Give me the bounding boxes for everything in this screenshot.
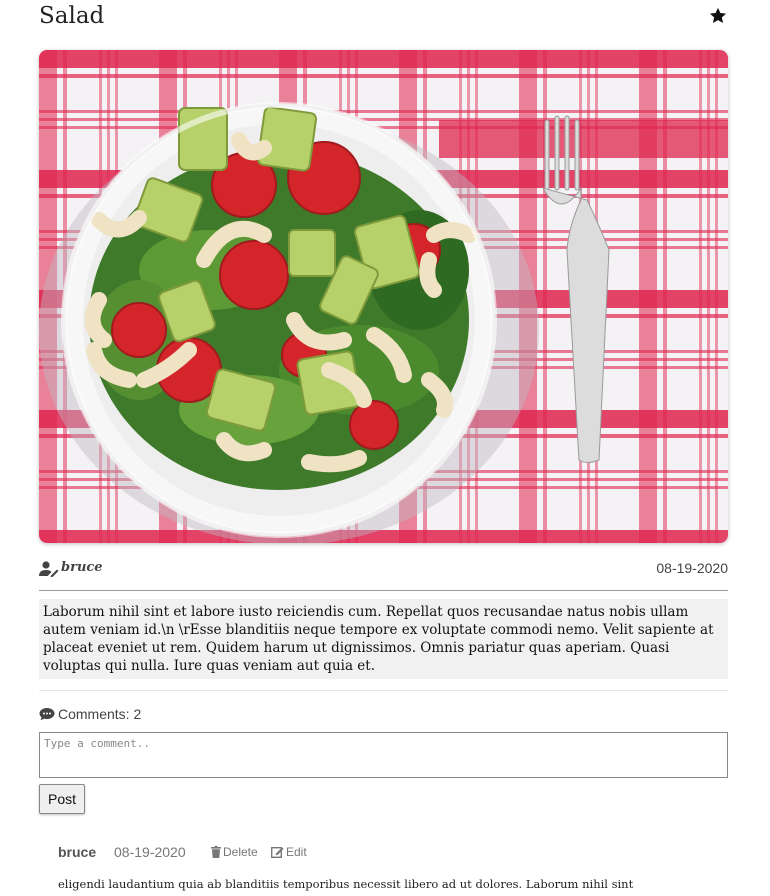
post-meta: bruce 08-19-2020 (39, 558, 728, 582)
delete-comment-button[interactable]: Delete (211, 845, 258, 859)
edit-comment-button[interactable]: Edit (270, 845, 307, 859)
comment-author[interactable]: bruce (58, 844, 96, 860)
star-icon[interactable] (708, 6, 728, 26)
post-body: Laborum nihil sint et labore iusto reici… (39, 599, 728, 679)
post-date: 08-19-2020 (656, 560, 728, 576)
edit-label: Edit (286, 845, 307, 859)
comment-input[interactable] (39, 732, 728, 778)
author-name[interactable]: bruce (61, 560, 103, 575)
comments-count-label: Comments: 2 (58, 706, 142, 722)
comment-date: 08-19-2020 (114, 844, 186, 860)
page-title: Salad (39, 3, 105, 29)
post-header: Salad (39, 0, 728, 36)
salad-photo (39, 50, 728, 543)
divider (39, 590, 728, 591)
delete-label: Delete (223, 845, 258, 859)
trash-icon (211, 846, 221, 858)
divider (39, 690, 728, 691)
post-button[interactable]: Post (39, 784, 85, 814)
user-pen-icon (39, 561, 59, 577)
comment-text: eligendi laudantium quia ab blanditiis t… (58, 877, 634, 891)
comments-count: Comments: 2 (39, 706, 141, 722)
pencil-square-icon (270, 847, 284, 859)
speech-bubble-icon (39, 708, 55, 721)
